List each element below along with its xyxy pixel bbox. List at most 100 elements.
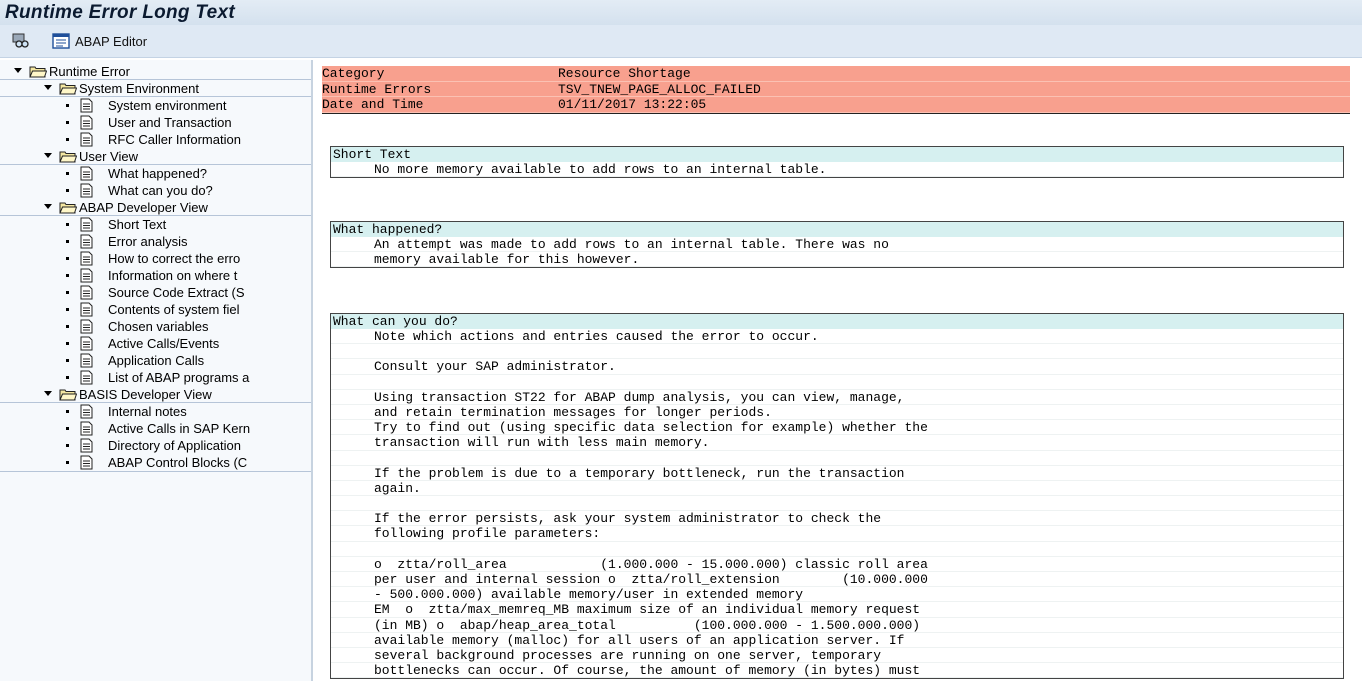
tree-item-label[interactable]: Information on where t	[108, 267, 237, 284]
expand-arrow-icon[interactable]	[44, 204, 52, 209]
tree-group[interactable]: BASIS Developer View	[0, 386, 311, 403]
header-row-date-time: Date and Time 01/11/2017 13:22:05	[322, 97, 1350, 113]
tree-folder-label[interactable]: BASIS Developer View	[79, 386, 212, 402]
text-line: EM o ztta/max_memreq_MB maximum size of …	[331, 602, 1343, 618]
tree-bullet	[66, 104, 69, 107]
folder-open-icon	[59, 201, 78, 214]
tree-item[interactable]: Chosen variables	[0, 318, 311, 335]
header-value: 01/11/2017 13:22:05	[558, 97, 707, 112]
tree-item[interactable]: User and Transaction	[0, 114, 311, 131]
expand-arrow-icon[interactable]	[44, 85, 52, 90]
tree-item[interactable]: Information on where t	[0, 267, 311, 284]
toolbar: ABAP Editor	[0, 25, 1362, 58]
section-title: What happened?	[331, 222, 1343, 237]
header-row-runtime-errors: Runtime Errors TSV_TNEW_PAGE_ALLOC_FAILE…	[322, 81, 1350, 97]
expand-arrow-icon[interactable]	[14, 68, 22, 73]
tree-item-label[interactable]: What happened?	[108, 165, 207, 182]
header-key: Category	[322, 66, 385, 81]
tree-item-label[interactable]: What can you do?	[108, 182, 213, 199]
tree-bullet	[66, 325, 69, 328]
folder-open-icon	[59, 150, 78, 163]
document-icon	[80, 421, 93, 436]
display-object-icon[interactable]	[12, 33, 30, 49]
text-line	[331, 496, 1343, 512]
tree-folder-label[interactable]: Runtime Error	[49, 63, 130, 79]
tree-root-runtime-error[interactable]: Runtime Error	[0, 63, 311, 80]
header-value: Resource Shortage	[558, 66, 691, 81]
tree-divider	[0, 471, 311, 472]
text-line	[331, 344, 1343, 360]
text-line: If the problem is due to a temporary bot…	[331, 466, 1343, 481]
tree-bullet	[66, 342, 69, 345]
tree-item[interactable]: Contents of system fiel	[0, 301, 311, 318]
document-icon	[80, 319, 93, 334]
tree-item[interactable]: What can you do?	[0, 182, 311, 199]
tree-item-label[interactable]: Active Calls in SAP Kern	[108, 420, 250, 437]
tree-item-label[interactable]: Error analysis	[108, 233, 187, 250]
tree-bullet	[66, 257, 69, 260]
text-line	[331, 375, 1343, 390]
tree-item[interactable]: Active Calls/Events	[0, 335, 311, 352]
tree-item-label[interactable]: User and Transaction	[108, 114, 232, 131]
tree-item-label[interactable]: Chosen variables	[108, 318, 208, 335]
text-line: No more memory available to add rows to …	[331, 162, 1343, 178]
header-key: Runtime Errors	[322, 81, 432, 97]
tree-item[interactable]: Active Calls in SAP Kern	[0, 420, 311, 437]
tree-bullet	[66, 291, 69, 294]
tree-item[interactable]: Error analysis	[0, 233, 311, 250]
tree-item[interactable]: Internal notes	[0, 403, 311, 420]
text-line	[331, 451, 1343, 466]
tree-item-label[interactable]: Application Calls	[108, 352, 204, 369]
expand-arrow-icon[interactable]	[44, 391, 52, 396]
tree-item[interactable]: Source Code Extract (S	[0, 284, 311, 301]
tree-item-label[interactable]: Directory of Application	[108, 437, 241, 454]
document-icon	[80, 336, 93, 351]
expand-arrow-icon[interactable]	[44, 153, 52, 158]
text-line: If the error persists, ask your system a…	[331, 511, 1343, 527]
abap-editor-button[interactable]: ABAP Editor	[75, 25, 147, 58]
tree-item[interactable]: System environment	[0, 97, 311, 114]
text-line: memory available for this however.	[331, 252, 1343, 268]
text-line: o ztta/roll_area (1.000.000 - 15.000.000…	[331, 557, 1343, 572]
header-value: TSV_TNEW_PAGE_ALLOC_FAILED	[558, 81, 761, 97]
tree-item[interactable]: Application Calls	[0, 352, 311, 369]
tree-item[interactable]: ABAP Control Blocks (C	[0, 454, 311, 471]
folder-open-icon	[59, 388, 78, 401]
abap-editor-icon[interactable]	[52, 33, 70, 49]
tree-item-label[interactable]: ABAP Control Blocks (C	[108, 454, 247, 471]
tree-item[interactable]: Directory of Application	[0, 437, 311, 454]
tree-folder-label[interactable]: System Environment	[79, 80, 199, 96]
document-icon	[80, 115, 93, 130]
header-row-category: Category Resource Shortage	[322, 66, 1350, 82]
tree-item[interactable]: List of ABAP programs a	[0, 369, 311, 386]
tree-item-label[interactable]: Short Text	[108, 216, 166, 233]
document-icon	[80, 268, 93, 283]
tree-group[interactable]: ABAP Developer View	[0, 199, 311, 216]
tree-item-label[interactable]: Source Code Extract (S	[108, 284, 245, 301]
tree-bullet	[66, 189, 69, 192]
tree-item-label[interactable]: Internal notes	[108, 403, 187, 420]
tree-bullet	[66, 240, 69, 243]
document-icon	[80, 404, 93, 419]
tree-item[interactable]: Short Text	[0, 216, 311, 233]
tree-group[interactable]: System Environment	[0, 80, 311, 97]
tree-item-label[interactable]: RFC Caller Information	[108, 131, 241, 148]
tree-item-label[interactable]: How to correct the erro	[108, 250, 240, 267]
tree-item[interactable]: RFC Caller Information	[0, 131, 311, 148]
tree-bullet	[66, 359, 69, 362]
tree-folder-label[interactable]: ABAP Developer View	[79, 199, 208, 215]
tree-item-label[interactable]: Active Calls/Events	[108, 335, 219, 352]
tree-group[interactable]: User View	[0, 148, 311, 165]
tree-folder-label[interactable]: User View	[79, 148, 138, 164]
tree-item[interactable]: What happened?	[0, 165, 311, 182]
document-icon	[80, 251, 93, 266]
tree-item-label[interactable]: System environment	[108, 97, 227, 114]
document-icon	[80, 132, 93, 147]
tree-bullet	[66, 410, 69, 413]
text-line: bottlenecks can occur. Of course, the am…	[331, 663, 1343, 679]
tree-item-label[interactable]: Contents of system fiel	[108, 301, 240, 318]
document-icon	[80, 438, 93, 453]
tree-item-label[interactable]: List of ABAP programs a	[108, 369, 249, 386]
header-key: Date and Time	[322, 97, 424, 112]
tree-item[interactable]: How to correct the erro	[0, 250, 311, 267]
